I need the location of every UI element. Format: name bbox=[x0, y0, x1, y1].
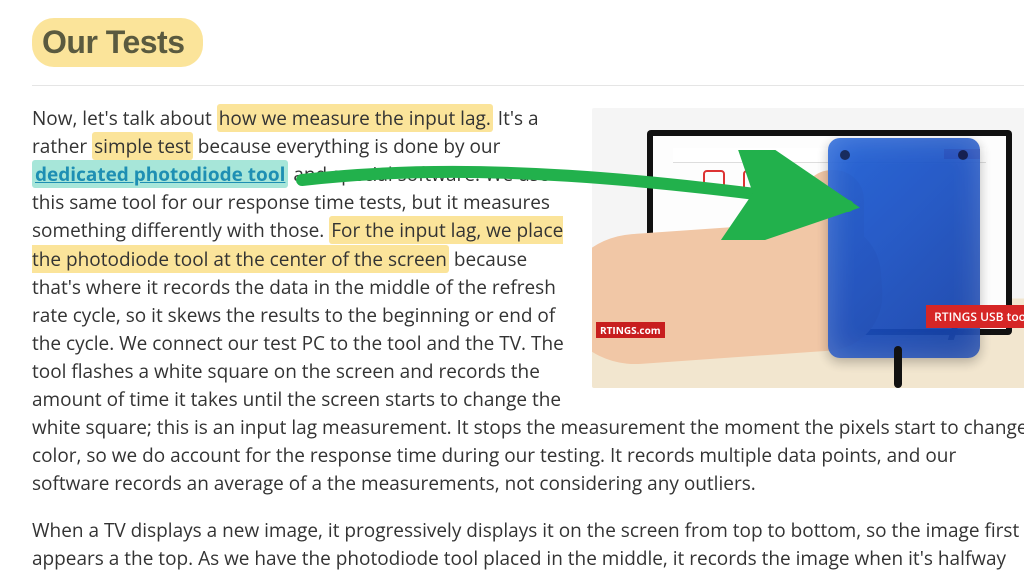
photo-watermark: RTINGS.com bbox=[596, 322, 665, 338]
inline-photo: Inp RTINGS.com RTINGS USB too bbox=[592, 108, 1024, 388]
highlight-yellow: how we measure the input lag. bbox=[217, 104, 493, 132]
text: Now, let's talk about bbox=[32, 105, 217, 131]
text: When a TV displays a new image, it progr… bbox=[32, 517, 1019, 576]
link-photodiode-tool[interactable]: dedicated photodiode tool bbox=[32, 160, 288, 188]
text: because everything is done by our bbox=[193, 133, 500, 159]
section-divider bbox=[32, 85, 1024, 86]
section-heading: Our Tests bbox=[42, 24, 185, 61]
photo-caption-badge: RTINGS USB too bbox=[926, 305, 1024, 328]
section-heading-highlight: Our Tests bbox=[32, 18, 203, 67]
article-content: Inp RTINGS.com RTINGS USB too Now, let's… bbox=[32, 104, 1024, 576]
paragraph-2: When a TV displays a new image, it progr… bbox=[32, 516, 1024, 576]
highlight-yellow: simple test bbox=[92, 132, 193, 160]
